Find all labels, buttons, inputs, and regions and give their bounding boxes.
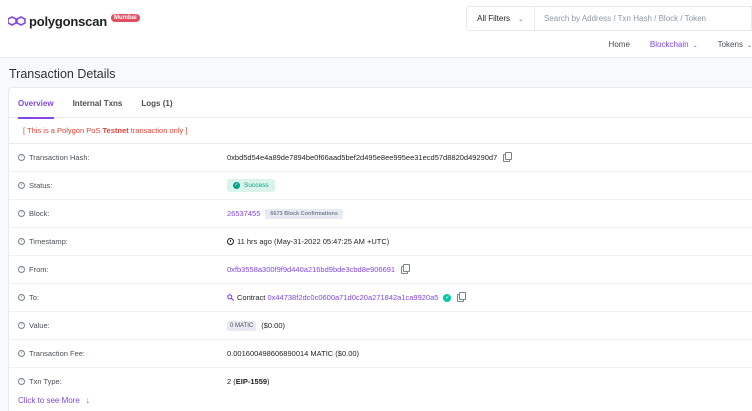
nav-tokens[interactable]: Tokens ⌄	[718, 40, 752, 49]
row-label-text: Status:	[29, 181, 53, 190]
contract-icon	[227, 294, 234, 301]
fee-text: 0.001600498606890014 MATIC ($0.00)	[227, 349, 360, 358]
chevron-down-icon: ⌄	[518, 15, 524, 23]
polygon-logo-icon	[8, 16, 26, 26]
contract-address-link[interactable]: 0x44738f2dc0c0600a71d0c20a271842a1ca9920…	[267, 293, 438, 302]
question-icon[interactable]: ?	[18, 210, 25, 217]
block-link[interactable]: 26537455	[227, 209, 260, 218]
chevron-down-icon: ⌄	[746, 43, 752, 49]
chevron-down-icon: ⌄	[692, 43, 698, 49]
network-badge: Mumbai	[110, 14, 140, 22]
row-label: ? Status:	[18, 181, 52, 190]
row-label-text: Transaction Fee:	[29, 349, 85, 358]
question-icon[interactable]: ?	[18, 350, 25, 357]
question-icon[interactable]: ?	[18, 322, 25, 329]
row-transaction-fee: ? Transaction Fee: 0.001600498606890014 M…	[9, 339, 752, 367]
row-label-text: Transaction Hash:	[29, 153, 90, 162]
row-label: ? Value:	[18, 321, 50, 330]
copy-icon[interactable]	[503, 151, 513, 162]
filter-dropdown[interactable]: All Filters ⌄	[467, 7, 535, 30]
row-status: ? Status: ✓ Success	[9, 171, 752, 199]
value-amount-pill: 0 MATIC	[227, 320, 257, 331]
nav-blockchain[interactable]: Blockchain ⌄	[650, 40, 698, 49]
main-nav: Home Blockchain ⌄ Tokens ⌄	[589, 40, 752, 49]
question-icon[interactable]: ?	[18, 294, 25, 301]
row-label-text: Block:	[29, 209, 50, 218]
row-to: ? To: Contract 0x44738f2dc0c0600a71d0c20a…	[9, 283, 752, 311]
site-header: polygonscan Mumbai All Filters ⌄ Home Bl…	[0, 0, 752, 58]
timestamp-text: 11 hrs ago (May-31-2022 05:47:25 AM +UTC…	[237, 237, 390, 246]
row-value: ? Value: 0 MATIC ($0.00)	[9, 311, 752, 339]
testnet-notice-prefix: [ This is a Polygon PoS	[23, 126, 103, 135]
row-label-text: To:	[29, 293, 40, 302]
row-value: 26537455 6673 Block Confirmations	[227, 208, 343, 219]
row-value-content: 0 MATIC ($0.00)	[227, 320, 285, 331]
question-icon[interactable]: ?	[18, 238, 25, 245]
row-label-text: Value:	[29, 321, 50, 330]
filter-label: All Filters	[477, 14, 510, 23]
row-value: 0xfb3558a300f9f9d440a216bd9bde3cbd8e9066…	[227, 263, 411, 274]
page-title: Transaction Details	[9, 67, 116, 81]
row-transaction-hash: ? Transaction Hash: 0xbd5d54e4a89de7894be…	[9, 143, 752, 171]
row-value: 11 hrs ago (May-31-2022 05:47:25 AM +UTC…	[227, 237, 389, 246]
status-badge: ✓ Success	[227, 179, 275, 192]
row-label: ? Transaction Fee:	[18, 349, 85, 358]
tx-hash: 0xbd5d54e4a89de7894be0f66aad5bef2d495e8e…	[227, 153, 498, 162]
question-icon[interactable]: ?	[18, 378, 25, 385]
row-label: ? Txn Type:	[18, 377, 62, 386]
logo[interactable]: polygonscan Mumbai	[8, 11, 140, 31]
from-address-link[interactable]: 0xfb3558a300f9f9d440a216bd9bde3cbd8e9066…	[227, 265, 395, 274]
logo-text: polygonscan	[29, 13, 107, 29]
tab-internal-txns[interactable]: Internal Txns	[73, 88, 123, 118]
row-value: ✓ Success	[227, 179, 275, 192]
testnet-notice-emph: Testnet	[102, 126, 129, 135]
see-more-link[interactable]: Click to see More ↓	[18, 396, 90, 405]
see-more-label: Click to see More	[18, 396, 80, 405]
testnet-notice-suffix: transaction only ]	[128, 126, 188, 135]
check-circle-icon: ✓	[233, 182, 240, 189]
row-txn-type: ? Txn Type: 2 (EIP-1559)	[9, 367, 752, 395]
row-label-text: Txn Type:	[29, 377, 62, 386]
row-timestamp: ? Timestamp: 11 hrs ago (May-31-2022 05:4…	[9, 227, 752, 255]
row-value: Contract 0x44738f2dc0c0600a71d0c20a27184…	[227, 291, 467, 302]
row-from: ? From: 0xfb3558a300f9f9d440a216bd9bde3cb…	[9, 255, 752, 283]
search-bar: All Filters ⌄	[466, 6, 752, 31]
transaction-card: Overview Internal Txns Logs (1) [ This i…	[8, 87, 752, 411]
row-label: ? Block:	[18, 209, 49, 218]
tab-bar: Overview Internal Txns Logs (1)	[9, 88, 752, 119]
copy-icon[interactable]	[401, 263, 411, 274]
txn-type-name: EIP-1559	[235, 377, 268, 386]
txn-type-close: )	[267, 377, 270, 386]
nav-home[interactable]: Home	[609, 40, 630, 49]
row-value: 0xbd5d54e4a89de7894be0f66aad5bef2d495e8e…	[227, 151, 513, 162]
arrow-down-icon: ↓	[85, 396, 90, 405]
row-label-text: Timestamp:	[29, 237, 68, 246]
question-icon[interactable]: ?	[18, 182, 25, 189]
row-value: 2 (EIP-1559)	[227, 377, 270, 386]
row-label: ? From:	[18, 265, 49, 274]
testnet-notice: [ This is a Polygon PoS Testnet transact…	[23, 126, 187, 135]
tab-logs[interactable]: Logs (1)	[141, 88, 172, 118]
verified-check-icon: ✓	[443, 293, 452, 302]
nav-blockchain-label: Blockchain	[649, 40, 689, 49]
search-input[interactable]	[535, 7, 751, 30]
contract-prefix: Contract	[237, 293, 266, 302]
question-icon[interactable]: ?	[18, 266, 25, 273]
nav-tokens-label: Tokens	[717, 40, 743, 49]
row-label-text: From:	[29, 265, 49, 274]
row-label: ? Transaction Hash:	[18, 153, 90, 162]
row-block: ? Block: 26537455 6673 Block Confirmations	[9, 199, 752, 227]
clock-icon	[227, 238, 234, 245]
row-label: ? Timestamp:	[18, 237, 68, 246]
value-usd: ($0.00)	[261, 321, 285, 330]
question-icon[interactable]: ?	[18, 154, 25, 161]
status-text: Success	[244, 182, 269, 189]
txn-type-num: 2 (	[227, 377, 236, 386]
row-label: ? To:	[18, 293, 39, 302]
confirmations-badge: 6673 Block Confirmations	[265, 208, 343, 219]
copy-icon[interactable]	[457, 291, 467, 302]
tab-overview[interactable]: Overview	[18, 88, 54, 119]
row-value: 0.001600498606890014 MATIC ($0.00)	[227, 349, 359, 358]
